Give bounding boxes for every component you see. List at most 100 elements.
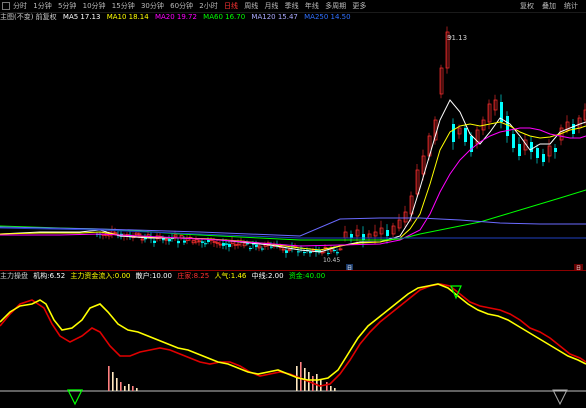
- indicator-label-1: 机构:6.52: [33, 272, 66, 280]
- candle-body: [140, 238, 145, 241]
- tab-more[interactable]: 更多: [350, 0, 368, 12]
- adjust-button[interactable]: 复权: [518, 0, 536, 12]
- candle-body: [530, 142, 533, 152]
- tab-period-5[interactable]: 5分钟: [56, 0, 78, 12]
- candle-body: [512, 134, 515, 148]
- candle-body: [113, 232, 118, 235]
- tab-period-10[interactable]: 10分钟: [81, 0, 108, 12]
- candle-body: [255, 244, 258, 248]
- stats-button[interactable]: 统计: [562, 0, 580, 12]
- candle-body: [242, 243, 247, 247]
- indicator-legend-row: 主力操盘 机构:6.52 主力资金流入:0.00 散户:10.00 庄家:8.2…: [0, 270, 586, 282]
- tab-period-week[interactable]: 周线: [242, 0, 260, 12]
- tab-period-60[interactable]: 60分钟: [168, 0, 195, 12]
- candle-body: [350, 234, 353, 238]
- indicator-bar: [112, 372, 114, 391]
- indicator-bar: [326, 382, 328, 391]
- candle-body: [536, 148, 539, 158]
- indicator-bar: [120, 382, 122, 391]
- candle-body: [134, 232, 139, 236]
- tab-period-multi[interactable]: 多周期: [323, 0, 348, 12]
- candle-body: [207, 239, 210, 242]
- candlestick-chart[interactable]: 31.13 10.45 日 日: [0, 24, 586, 270]
- indicator-label-2: 主力资金流入:0.00: [70, 272, 131, 280]
- tab-period-15[interactable]: 15分钟: [110, 0, 137, 12]
- candle-body: [403, 211, 408, 223]
- candle-body: [386, 230, 389, 236]
- candle-body: [379, 227, 384, 235]
- candle-body: [415, 169, 420, 195]
- candle-body: [228, 244, 231, 247]
- tab-timeshare[interactable]: 分时: [11, 0, 29, 12]
- candle-body: [457, 127, 462, 135]
- ma120-label: MA120 15.47: [251, 13, 298, 21]
- tab-period-month[interactable]: 月线: [262, 0, 280, 12]
- indicator-red-line: [0, 283, 586, 387]
- tab-period-1[interactable]: 1分钟: [31, 0, 53, 12]
- candle-body: [297, 251, 300, 253]
- tab-period-quarter[interactable]: 季线: [283, 0, 301, 12]
- candle-body: [194, 239, 199, 243]
- candle-body: [487, 103, 492, 123]
- candle-body: [183, 240, 186, 243]
- indicator-bar: [330, 386, 332, 391]
- overlay-button[interactable]: 叠加: [540, 0, 558, 12]
- indicator-label-7: 资金:40.00: [288, 272, 326, 280]
- candle-body: [153, 240, 156, 243]
- candle-body: [191, 240, 196, 244]
- indicator-label-4: 庄家:8.25: [177, 272, 210, 280]
- ma-legend-row: 主图(不变) 前复权 MA5 17.13 MA10 18.14 MA20 19.…: [0, 12, 586, 23]
- candle-body: [506, 116, 509, 136]
- candle-body: [309, 251, 312, 254]
- candle-body: [327, 252, 330, 254]
- candle-body: [222, 243, 225, 246]
- indicator-bar: [136, 388, 138, 391]
- candle-body: [215, 242, 220, 244]
- candle-body: [452, 124, 455, 142]
- candle-body: [320, 251, 325, 254]
- candle-body: [439, 67, 444, 95]
- indicator-name[interactable]: 主力操盘: [0, 272, 28, 280]
- indicator-label-5: 人气:1.46: [214, 272, 247, 280]
- candle-body: [303, 252, 306, 254]
- candle-body: [373, 231, 378, 237]
- candle-body: [343, 231, 348, 239]
- indicator-chart[interactable]: [0, 282, 586, 408]
- candle-body: [518, 144, 521, 156]
- candle-body: [212, 241, 217, 243]
- candle-body: [397, 219, 402, 229]
- candle-body: [391, 225, 396, 235]
- main-chart-title[interactable]: 主图(不变) 前复权: [0, 13, 57, 21]
- candle-body: [464, 128, 467, 142]
- candle-body: [323, 246, 328, 249]
- candle-body: [542, 154, 545, 162]
- tab-period-year[interactable]: 年线: [303, 0, 321, 12]
- ma5-label: MA5 17.13: [62, 13, 101, 21]
- tab-period-day[interactable]: 日线: [222, 0, 240, 12]
- tab-period-30[interactable]: 30分钟: [139, 0, 166, 12]
- candle-body: [367, 233, 372, 239]
- indicator-bar: [124, 386, 126, 391]
- candle-body: [168, 239, 171, 242]
- timeshare-checkbox[interactable]: [2, 2, 10, 10]
- indicator-bar: [316, 374, 318, 391]
- candle-body: [173, 234, 178, 238]
- candle-body: [362, 234, 365, 240]
- candle-body: [287, 249, 292, 251]
- candle-body: [201, 241, 204, 243]
- candle-body: [233, 244, 238, 246]
- indicator-bar: [108, 366, 110, 391]
- indicator-bar: [132, 386, 134, 391]
- candle-body: [285, 250, 288, 253]
- indicator-bar: [128, 384, 130, 391]
- candle-body: [164, 238, 169, 241]
- low-price-label: 10.45: [323, 257, 340, 264]
- candle-body: [177, 240, 180, 244]
- tab-period-2h[interactable]: 2小时: [197, 0, 219, 12]
- indicator-bar: [334, 388, 336, 391]
- candle-body: [218, 243, 223, 246]
- ma250-label: MA250 14.50: [304, 13, 351, 21]
- buy-signal-marker: [67, 389, 83, 406]
- indicator-label-3: 散户:10.00: [135, 272, 173, 280]
- candle-body: [137, 233, 142, 236]
